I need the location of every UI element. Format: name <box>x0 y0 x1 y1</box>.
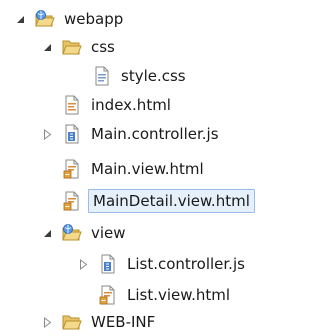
tree-label: style.css <box>121 67 186 85</box>
web-folder-icon <box>62 223 82 243</box>
tree-label: List.controller.js <box>127 255 245 273</box>
tree-node-list-view-html[interactable]: List.view.html <box>98 281 233 309</box>
expanded-arrow-icon[interactable] <box>42 228 53 239</box>
tree-label: view <box>91 224 126 242</box>
css-file-icon <box>92 66 112 86</box>
folder-icon <box>62 312 82 332</box>
tree-label: List.view.html <box>127 286 231 304</box>
view-html-file-icon <box>62 159 82 179</box>
tree-node-index-html[interactable]: index.html <box>62 91 174 119</box>
expanded-arrow-icon[interactable] <box>15 14 26 25</box>
tree-node-main-controller-js[interactable]: Main.controller.js <box>42 120 222 148</box>
js-file-icon <box>62 124 82 144</box>
view-html-file-icon <box>98 285 118 305</box>
tree-node-maindetail-view-html[interactable]: MainDetail.view.html <box>62 187 255 215</box>
tree-node-list-controller-js[interactable]: List.controller.js <box>78 250 248 278</box>
collapsed-arrow-icon[interactable] <box>78 258 89 270</box>
view-html-file-icon <box>62 191 82 211</box>
tree-label: WEB-INF <box>91 313 156 331</box>
tree-label: css <box>91 38 115 56</box>
tree-node-css[interactable]: css <box>42 33 118 61</box>
expanded-arrow-icon[interactable] <box>42 42 53 53</box>
tree-node-view[interactable]: view <box>42 219 129 247</box>
collapsed-arrow-icon[interactable] <box>42 128 53 140</box>
tree-node-main-view-html[interactable]: Main.view.html <box>62 155 207 183</box>
tree-node-webapp[interactable]: webapp <box>15 5 126 33</box>
collapsed-arrow-icon[interactable] <box>42 316 53 328</box>
html-file-icon <box>62 95 82 115</box>
tree-label: MainDetail.view.html <box>88 189 255 213</box>
web-folder-icon <box>35 9 55 29</box>
project-explorer-tree: webapp css style.css index.html Main.con… <box>0 0 293 332</box>
folder-icon <box>62 37 82 57</box>
tree-node-style-css[interactable]: style.css <box>92 62 189 90</box>
tree-label: Main.view.html <box>91 160 204 178</box>
tree-label: webapp <box>64 10 124 28</box>
js-file-icon <box>98 254 118 274</box>
tree-label: Main.controller.js <box>91 125 219 143</box>
tree-label: index.html <box>91 96 171 114</box>
